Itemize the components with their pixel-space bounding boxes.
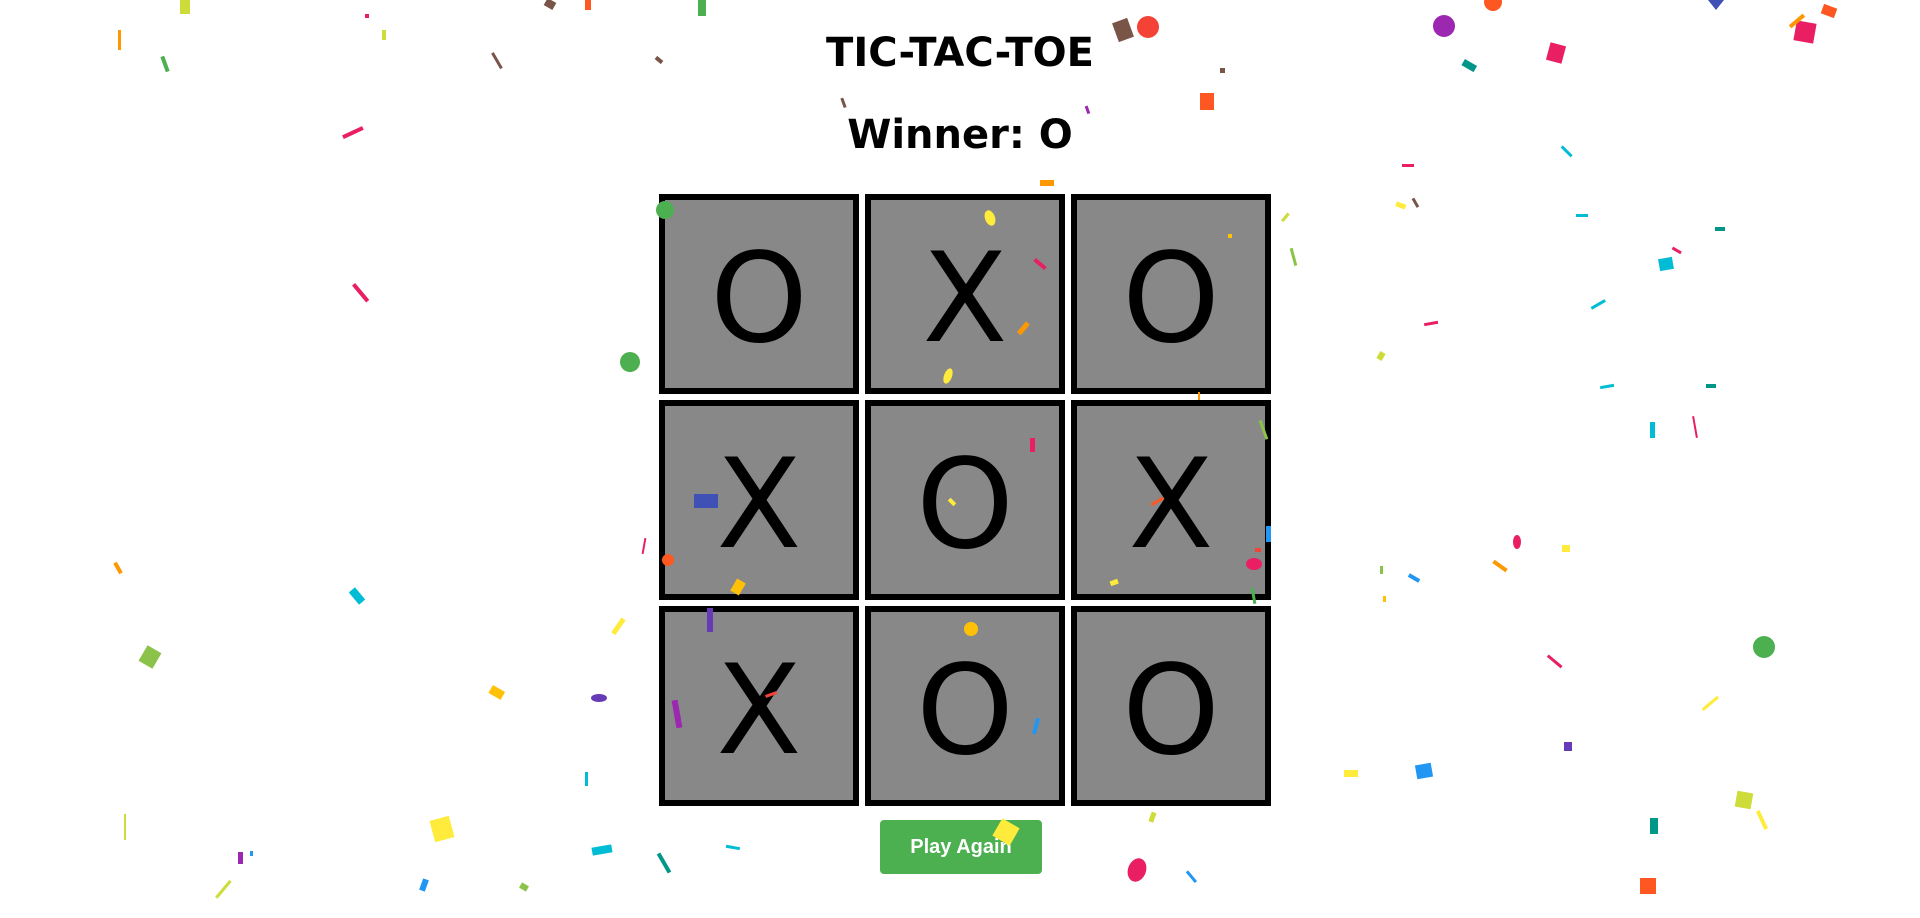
confetti-piece [1599,383,1615,390]
confetti-piece [1127,858,1147,882]
confetti-piece [348,587,366,605]
confetti-piece [1395,201,1407,210]
play-again-button[interactable]: Play Again [880,820,1042,874]
confetti-piece [1148,811,1157,823]
confetti-piece [215,879,232,899]
confetti-piece [250,851,253,856]
confetti-piece [1650,422,1655,438]
confetti-piece [1562,545,1570,552]
confetti-piece [238,852,243,864]
confetti-piece [1820,3,1838,19]
game-screen: TIC-TAC-TOE Winner: O O X O X O X X O O … [0,0,1920,918]
confetti-piece [519,882,529,892]
confetti-piece [1658,256,1674,272]
confetti-piece [1706,384,1716,388]
confetti-piece [1650,818,1658,834]
confetti-piece [138,645,162,669]
confetti-piece [1411,197,1420,208]
confetti-piece [840,97,847,109]
board-cell-5[interactable]: O [865,400,1065,600]
confetti-piece [1289,247,1298,266]
confetti-piece [1640,878,1656,894]
board-cell-9[interactable]: O [1071,606,1271,806]
confetti-piece [1671,246,1682,255]
winner-status: Winner: O [847,112,1073,158]
confetti-piece [698,0,706,16]
confetti-piece [1185,870,1198,884]
confetti-piece [1423,320,1439,327]
confetti-piece [1376,351,1386,361]
game-board: O X O X O X X O O [659,194,1271,806]
confetti-piece [1513,535,1521,549]
confetti-piece [1040,180,1054,186]
confetti-piece [1708,0,1724,10]
board-cell-3[interactable]: O [1071,194,1271,394]
confetti-piece [620,352,640,372]
confetti-piece [611,617,626,636]
confetti-piece [1407,573,1421,583]
board-cell-8[interactable]: O [865,606,1065,806]
confetti-piece [1734,790,1754,810]
board-cell-6[interactable]: X [1071,400,1271,600]
confetti-piece [1701,695,1719,711]
confetti-piece [1484,0,1502,11]
confetti-piece [1546,654,1563,669]
confetti-piece [1200,93,1214,110]
game-title: TIC-TAC-TOE [826,30,1094,76]
confetti-piece [1344,770,1358,777]
confetti-piece [488,685,506,700]
confetti-piece [656,852,672,874]
confetti-piece [1281,212,1290,223]
confetti-piece [180,0,190,14]
confetti-piece [591,694,607,702]
confetti-piece [352,283,370,303]
confetti-piece [365,14,369,18]
confetti-piece [1492,559,1508,573]
board-cell-4[interactable]: X [659,400,859,600]
confetti-piece [1753,636,1775,658]
confetti-piece [124,814,126,840]
confetti-piece [641,537,647,555]
confetti-piece [1590,299,1606,310]
board-cell-7[interactable]: X [659,606,859,806]
board-cell-2[interactable]: X [865,194,1065,394]
confetti-piece [1402,164,1414,167]
confetti-piece [725,844,741,851]
confetti-piece [585,0,591,10]
confetti-piece [1715,227,1725,231]
confetti-piece [1564,742,1572,751]
confetti-piece [1383,596,1386,602]
confetti-piece [1788,13,1806,29]
confetti-piece [113,561,123,575]
confetti-piece [591,844,613,856]
confetti-piece [585,772,588,786]
board-cell-1[interactable]: O [659,194,859,394]
confetti-piece [543,0,557,10]
confetti-piece [429,815,455,843]
confetti-piece [419,878,429,892]
confetti-piece [1414,762,1434,780]
confetti-piece [1380,566,1383,574]
confetti-piece [1576,214,1588,217]
confetti-piece [1755,810,1769,830]
confetti-piece [1692,415,1698,439]
